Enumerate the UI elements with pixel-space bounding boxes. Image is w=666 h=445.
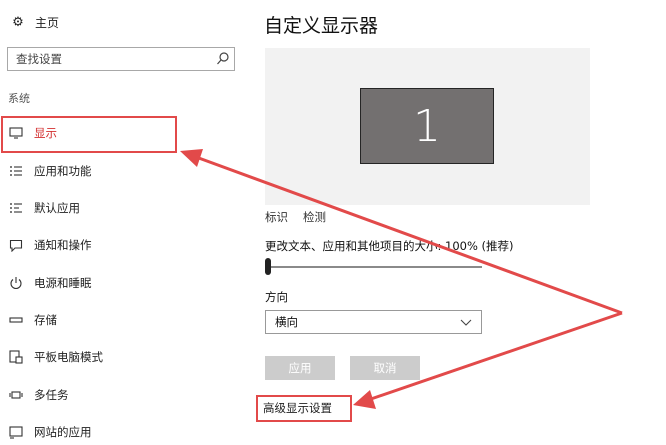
- section-label: 系统: [8, 92, 30, 105]
- sidebar-item-default-apps[interactable]: 默认应用: [0, 195, 240, 221]
- sidebar-item-apps-features[interactable]: 应用和功能: [0, 158, 240, 184]
- apps-list-icon: [7, 165, 25, 177]
- sidebar-item-label: 电源和睡眠: [34, 276, 92, 290]
- sidebar-item-label: 应用和功能: [34, 164, 92, 178]
- display-preview-area: 1: [265, 48, 590, 205]
- tablet-mode-icon: [7, 350, 25, 364]
- scale-slider-track[interactable]: [266, 266, 482, 268]
- sidebar-item-storage[interactable]: 存储: [0, 307, 240, 333]
- sidebar-item-web-apps[interactable]: 网站的应用: [0, 419, 240, 445]
- multitask-icon: [7, 389, 25, 401]
- web-apps-icon: [7, 425, 25, 439]
- identify-link[interactable]: 标识: [265, 209, 288, 225]
- notification-icon: [7, 239, 25, 252]
- sidebar: ⚙ 主页 系统 显示 应用和功能 默认应用 通知和操作: [0, 0, 248, 444]
- search-box: [7, 47, 235, 71]
- apply-button[interactable]: 应用: [265, 356, 335, 380]
- sidebar-item-label: 默认应用: [34, 201, 80, 215]
- search-input[interactable]: [8, 48, 216, 70]
- display-highlight-box: [1, 116, 177, 153]
- sidebar-item-notifications[interactable]: 通知和操作: [0, 232, 240, 258]
- home-label: 主页: [35, 15, 60, 30]
- search-icon[interactable]: [216, 51, 230, 67]
- gear-icon: ⚙: [12, 14, 24, 30]
- page-title: 自定义显示器: [264, 15, 379, 37]
- sidebar-item-label: 网站的应用: [34, 425, 92, 439]
- chevron-down-icon: [457, 319, 475, 326]
- cancel-button[interactable]: 取消: [350, 356, 420, 380]
- sidebar-item-multitasking[interactable]: 多任务: [0, 382, 240, 408]
- scale-slider-thumb[interactable]: [265, 258, 271, 275]
- detect-link[interactable]: 检测: [303, 209, 326, 225]
- home-nav-item[interactable]: ⚙ 主页: [10, 12, 59, 32]
- scale-label: 更改文本、应用和其他项目的大小: 100% (推荐): [265, 239, 514, 253]
- sidebar-item-tablet-mode[interactable]: 平板电脑模式: [0, 344, 240, 370]
- monitor-tile[interactable]: 1: [360, 88, 494, 164]
- sidebar-item-label: 平板电脑模式: [34, 350, 103, 364]
- sidebar-item-label: 通知和操作: [34, 238, 92, 252]
- sidebar-item-label: 存储: [34, 313, 57, 327]
- orientation-value: 横向: [275, 315, 298, 329]
- sidebar-item-power-sleep[interactable]: 电源和睡眠: [0, 270, 240, 296]
- advanced-highlight-box: [256, 395, 352, 422]
- orientation-select[interactable]: 横向: [265, 310, 482, 334]
- default-apps-icon: [7, 202, 25, 214]
- power-icon: [7, 276, 25, 290]
- storage-icon: [7, 315, 25, 325]
- sidebar-item-label: 多任务: [34, 388, 69, 402]
- orientation-label: 方向: [265, 290, 288, 304]
